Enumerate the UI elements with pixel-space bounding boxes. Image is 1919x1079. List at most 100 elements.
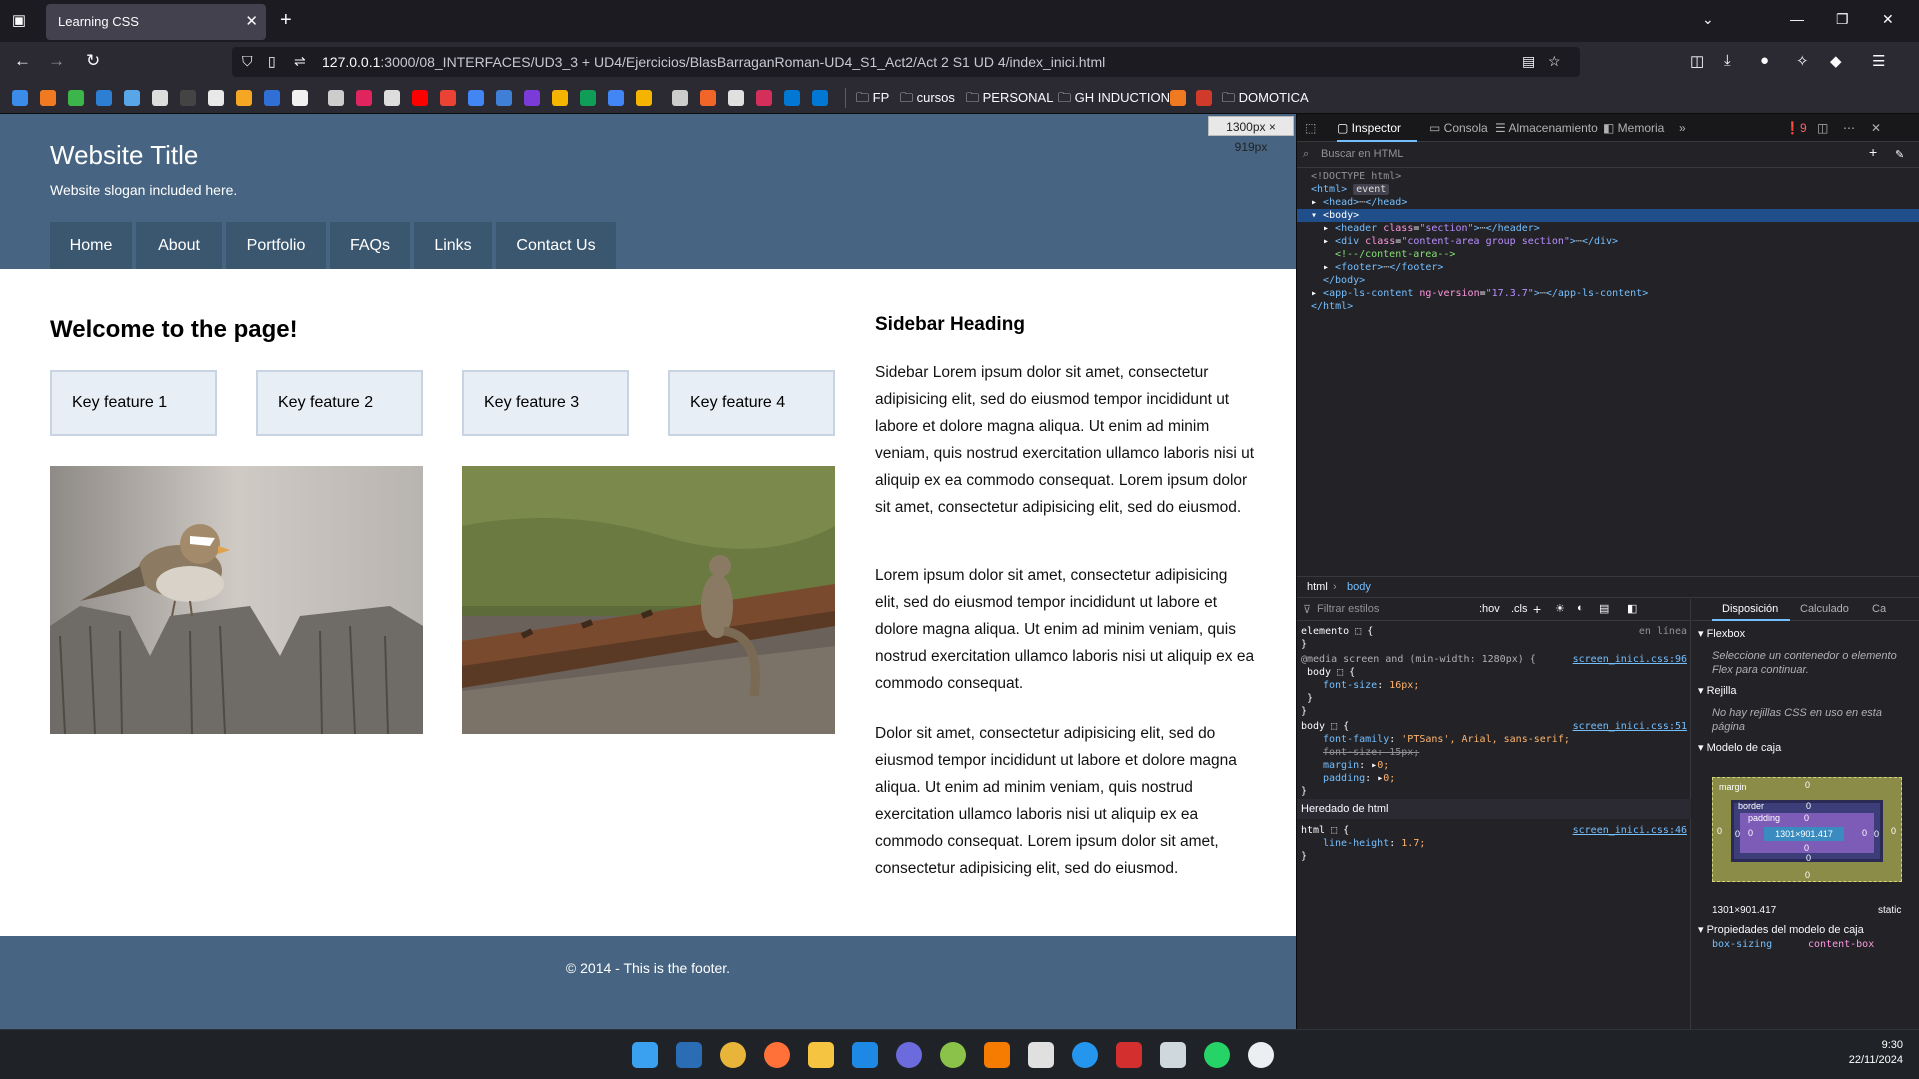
bookmark-favicon[interactable] (812, 90, 828, 106)
acrobat-icon[interactable] (1116, 1042, 1142, 1068)
back-arrow-icon[interactable]: ← (14, 51, 31, 71)
rule-source-link[interactable]: screen_inici.css:51 (1573, 720, 1687, 733)
bookmark-folder-personal[interactable]: 🗀 PERSONAL (966, 89, 1053, 111)
rule-body[interactable]: body ⬚ {screen_inici.css:51 (1297, 720, 1691, 733)
bookmark-favicon[interactable] (12, 90, 28, 106)
rule-source-link[interactable]: screen_inici.css:46 (1573, 824, 1687, 837)
rule-font-size[interactable]: font-size: 16px; (1297, 679, 1691, 692)
menu-hamburger-icon[interactable]: ☰ (1872, 52, 1885, 70)
tab-memoria[interactable]: ◧ Memoria (1603, 121, 1664, 135)
whatsapp-icon[interactable] (1204, 1042, 1230, 1068)
firefox-icon[interactable] (764, 1042, 790, 1068)
bookmark-favicon[interactable] (124, 90, 140, 106)
markup-content-div[interactable]: ▸ <div class="content-area group section… (1297, 235, 1919, 248)
tab-learning-css[interactable]: Learning CSS ✕ (46, 4, 266, 40)
bookmark-favicon[interactable] (672, 90, 688, 106)
bookmark-favicon[interactable] (96, 90, 112, 106)
rule-elemento[interactable]: elemento ⬚ {en línea (1297, 625, 1691, 638)
app-icon[interactable] (1160, 1042, 1186, 1068)
reload-icon[interactable]: ↻ (86, 51, 100, 71)
flexbox-section[interactable]: ▾ Flexbox (1698, 627, 1745, 640)
youtube-icon[interactable] (412, 90, 428, 106)
print-media-icon[interactable]: ▤ (1599, 602, 1609, 615)
chevron-down-icon[interactable]: ⌄ (1702, 11, 1714, 28)
markup-head[interactable]: ▸ <head>⋯</head> (1297, 196, 1919, 209)
boxmodel-padding[interactable]: padding 0 0 0 0 1301×901.417 (1740, 813, 1874, 853)
rule-line-height[interactable]: line-height: 1.7; (1297, 837, 1691, 850)
url-bar[interactable]: ⛉ ▯ ⇌ 127.0.0.1:3000/08_INTERFACES/UD3_3… (232, 47, 1580, 77)
boxmodel-content[interactable]: 1301×901.417 (1764, 827, 1844, 841)
boxmodel-margin[interactable]: margin 0 0 0 0 border 0 0 0 0 padding 0 … (1712, 777, 1902, 882)
markup-doctype[interactable]: <!DOCTYPE html> (1297, 170, 1919, 183)
bookmark-favicon[interactable] (152, 90, 168, 106)
more-options-icon[interactable]: ⋯ (1843, 121, 1855, 135)
more-tabs-icon[interactable]: » (1679, 121, 1686, 135)
element-picker-icon[interactable]: ⬚ (1305, 121, 1316, 135)
markup-body[interactable]: ▾ <body> (1297, 209, 1919, 222)
app-icon[interactable] (940, 1042, 966, 1068)
toggle-sidebar-icon[interactable]: ◧ (1627, 602, 1637, 615)
nav-faqs[interactable]: FAQs (330, 222, 410, 269)
grid-section[interactable]: ▾ Rejilla (1698, 684, 1737, 697)
markup-html-close[interactable]: </html> (1297, 300, 1919, 313)
padding-top-value[interactable]: 0 (1804, 813, 1809, 823)
tab-consola[interactable]: ▭ Consola (1429, 121, 1488, 135)
bookmark-favicon[interactable] (68, 90, 84, 106)
html-search[interactable]: ⌕ Buscar en HTML + ✎ (1297, 142, 1919, 168)
markup-comment[interactable]: <!--/content-area--> (1297, 248, 1919, 261)
nav-portfolio[interactable]: Portfolio (226, 222, 326, 269)
bookmark-folder-domotica[interactable]: 🗀 DOMOTICA (1222, 89, 1309, 111)
close-window-icon[interactable]: ✕ (1882, 11, 1894, 28)
tab-inspector[interactable]: ▢ Inspector (1337, 121, 1401, 135)
account-icon[interactable]: ● (1760, 52, 1769, 69)
bookmark-favicon[interactable] (728, 90, 744, 106)
chrome-icon[interactable] (720, 1042, 746, 1068)
border-top-value[interactable]: 0 (1806, 801, 1811, 811)
boxmodel-section[interactable]: ▾ Modelo de caja (1698, 741, 1781, 754)
bookmark-folder-fp[interactable]: 🗀 FP (856, 89, 889, 111)
reader-view-icon[interactable]: ▤ (1522, 53, 1535, 70)
light-theme-icon[interactable]: ☀ (1555, 602, 1565, 615)
rule-margin[interactable]: margin: ▸0; (1297, 759, 1691, 772)
bookmark-favicon[interactable] (1170, 90, 1186, 106)
cls-toggle[interactable]: .cls (1511, 603, 1528, 615)
close-devtools-icon[interactable]: ✕ (1871, 121, 1881, 135)
breadcrumb-html[interactable]: html (1307, 581, 1328, 593)
bookmark-favicon[interactable] (384, 90, 400, 106)
rule-html[interactable]: html ⬚ {screen_inici.css:46 (1297, 824, 1691, 837)
hov-toggle[interactable]: :hov (1479, 603, 1500, 615)
media-player-icon[interactable] (1248, 1042, 1274, 1068)
dock-icon[interactable]: ◫ (1817, 121, 1828, 135)
bookmark-favicon[interactable] (1196, 90, 1212, 106)
tab-close-icon[interactable]: ✕ (245, 12, 258, 30)
add-rule-icon[interactable]: + (1533, 601, 1541, 617)
app-icon[interactable] (1028, 1042, 1054, 1068)
app-icon[interactable] (896, 1042, 922, 1068)
bookmark-folder-cursos[interactable]: 🗀 cursos (900, 89, 955, 111)
margin-right-value[interactable]: 0 (1891, 826, 1896, 836)
bookmark-favicon[interactable] (264, 90, 280, 106)
markup-footer[interactable]: ▸ <footer>⋯</footer> (1297, 261, 1919, 274)
bookmark-favicon[interactable] (208, 90, 224, 106)
pocket-icon[interactable]: ◫ (1690, 52, 1704, 70)
forward-arrow-icon[interactable]: → (48, 51, 65, 71)
markup-app-content[interactable]: ▸ <app-ls-content ng-version="17.3.7">⋯<… (1297, 287, 1919, 300)
markup-header[interactable]: ▸ <header class="section">⋯</header> (1297, 222, 1919, 235)
tab-calculado[interactable]: Calculado (1800, 603, 1849, 615)
url-text[interactable]: 127.0.0.1:3000/08_INTERFACES/UD3_3 + UD4… (322, 54, 1105, 70)
padding-left-value[interactable]: 0 (1748, 828, 1753, 838)
add-node-icon[interactable]: + (1869, 144, 1877, 160)
bookmark-favicon[interactable] (524, 90, 540, 106)
extensions-icon[interactable]: ✧ (1796, 52, 1809, 70)
error-count-badge[interactable]: ❗9 (1785, 121, 1807, 135)
markup-body-close[interactable]: </body> (1297, 274, 1919, 287)
filter-styles-input[interactable]: Filtrar estilos (1317, 603, 1379, 615)
minimize-icon[interactable]: — (1790, 11, 1804, 27)
bookmark-favicon[interactable] (468, 90, 484, 106)
download-icon[interactable]: ⤓ (1724, 52, 1731, 69)
system-clock[interactable]: 9:30 22/11/2024 (1849, 1038, 1903, 1068)
page-icon[interactable]: ▯ (268, 53, 276, 70)
bookmark-favicon[interactable] (236, 90, 252, 106)
shield-icon[interactable]: ⛉ (242, 53, 253, 70)
padding-bottom-value[interactable]: 0 (1804, 843, 1809, 853)
